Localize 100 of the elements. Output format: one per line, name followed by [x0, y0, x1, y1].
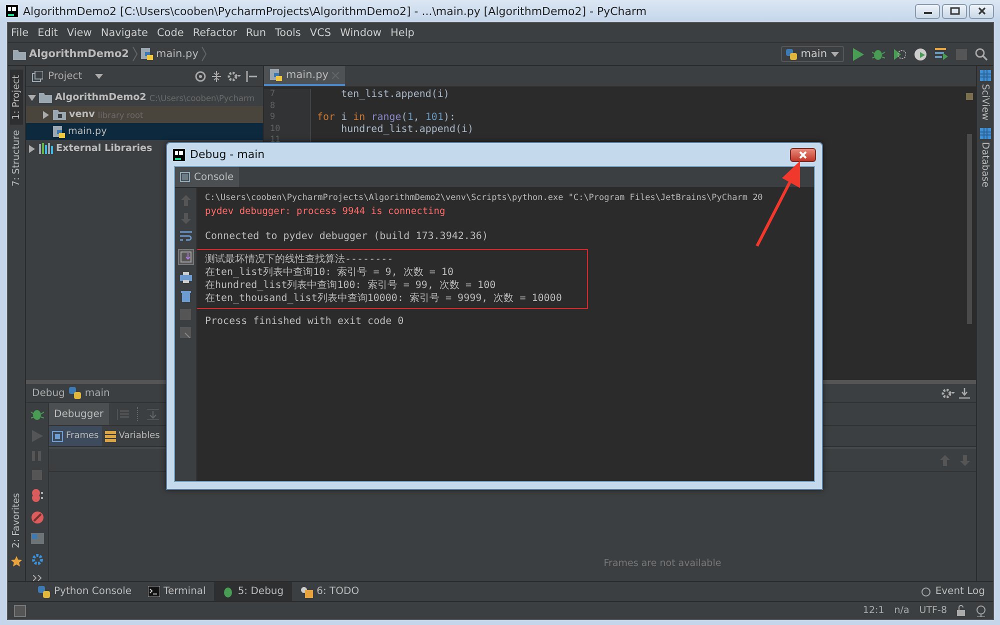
code-line: ten_list.append(i): [340, 89, 450, 100]
console-line: Connected to pydev debugger (build 173.3942.36): [205, 231, 488, 242]
debugger-tab[interactable]: Debugger: [49, 403, 108, 425]
python-file-icon: [140, 48, 153, 60]
menu-item[interactable]: View: [66, 26, 92, 38]
coverage-icon[interactable]: [893, 48, 906, 60]
settings-icon[interactable]: [30, 553, 44, 566]
menu-item[interactable]: Edit: [38, 26, 58, 38]
grid-icon: [980, 128, 990, 140]
panel-title[interactable]: Project: [48, 70, 82, 82]
status-item[interactable]: UTF-8: [919, 605, 947, 616]
run-icon[interactable]: [852, 48, 864, 60]
status-item[interactable]: n/a: [894, 605, 910, 616]
tool-window-tab[interactable]: 1: Project: [10, 70, 23, 125]
expand-arrow-icon[interactable]: [42, 110, 50, 118]
hide-panel-icon[interactable]: [959, 388, 970, 398]
settings-icon[interactable]: [941, 388, 955, 398]
trash-icon[interactable]: [180, 290, 190, 302]
console-line: 在ten_thousand_list列表中查询10000: 索引号 = 9999, 次数 = 10000: [205, 293, 562, 304]
caret-icon: [831, 52, 839, 56]
tool-window-tab[interactable]: Terminal: [140, 582, 214, 601]
event-log-icon: [921, 586, 932, 596]
console-line: Process finished with exit code 0: [205, 316, 404, 327]
status-item[interactable]: 12:1: [862, 605, 884, 616]
tree-item[interactable]: main.py: [26, 123, 263, 140]
console-icon: [180, 172, 190, 182]
frames-tab[interactable]: Variables: [102, 426, 163, 446]
tool-window-tab[interactable]: Python Console: [30, 582, 140, 601]
app-logo-icon: [173, 148, 185, 160]
console-line: 在hundred_list列表中查询100: 索引号 = 99, 次数 = 100: [205, 280, 496, 291]
soft-wrap-icon[interactable]: [180, 231, 192, 242]
folder-icon: [53, 109, 66, 120]
console-line: C:\Users\cooben\PycharmProjects\AlgorithmDemo2\venv\Scripts\python.exe "C:\Program Files\JetBrains\PyCharm 20: [205, 193, 763, 203]
run-config-dropdown[interactable]: main: [780, 46, 844, 62]
settings-icon[interactable]: [227, 70, 241, 82]
menu-item[interactable]: Run: [246, 26, 266, 38]
panel-title: Debug: [32, 388, 65, 398]
maximize-icon: [950, 7, 960, 15]
menu-item[interactable]: Window: [340, 26, 382, 38]
expand-arrow-icon[interactable]: [28, 94, 36, 102]
inspector-icon[interactable]: [975, 604, 987, 616]
menu-item[interactable]: Navigate: [100, 26, 148, 38]
scroll-to-end-icon[interactable]: [178, 249, 194, 265]
breakpoints-icon[interactable]: [30, 489, 44, 502]
app-logo-icon: [6, 5, 18, 17]
scrollbar-thumb[interactable]: [967, 134, 972, 324]
chevron-icon: [132, 46, 138, 62]
dialog-title: Debug - main: [190, 148, 266, 161]
tree-label: External Libraries: [56, 143, 152, 154]
layout-icon[interactable]: [30, 532, 44, 544]
profile-icon[interactable]: [914, 48, 927, 60]
build-icon[interactable]: [935, 48, 948, 60]
tool-window-tab[interactable]: 5: Debug: [214, 582, 292, 601]
menu-item[interactable]: VCS: [310, 26, 332, 38]
menu-item[interactable]: Tools: [275, 26, 301, 38]
tool-window-tab[interactable]: SciView: [980, 70, 990, 120]
folder-icon: [39, 92, 52, 103]
star-icon: [11, 556, 22, 567]
lock-icon[interactable]: [957, 605, 965, 616]
menu-item[interactable]: File: [11, 26, 29, 38]
dropdown-caret-icon[interactable]: [95, 74, 104, 78]
breadcrumb-item[interactable]: main.py: [156, 48, 198, 60]
frames-tab[interactable]: Frames: [49, 426, 102, 446]
mute-breakpoints-icon[interactable]: [30, 510, 44, 524]
print-icon[interactable]: [180, 272, 192, 283]
close-button[interactable]: [969, 4, 994, 18]
folder-icon: [13, 48, 26, 60]
expand-arrow-icon[interactable]: [28, 144, 36, 152]
bug-icon[interactable]: [30, 408, 44, 421]
terminal-icon: [148, 586, 160, 597]
tree-label: main.py: [68, 126, 107, 137]
frames-icon: [52, 430, 63, 442]
console-tab[interactable]: Console: [175, 167, 239, 187]
menu-item[interactable]: Help: [390, 26, 414, 38]
breadcrumb-item[interactable]: AlgorithmDemo2: [29, 48, 129, 60]
run-config-label[interactable]: main: [84, 388, 110, 398]
bug-icon[interactable]: [872, 48, 885, 60]
hide-panel-icon[interactable]: [246, 70, 257, 82]
maximize-button[interactable]: [942, 4, 967, 18]
tool-window-tab[interactable]: 6: TODO: [292, 582, 368, 601]
close-button[interactable]: [790, 148, 816, 162]
menu-item[interactable]: Code: [156, 26, 184, 38]
chevron-icon: [201, 46, 208, 62]
close-icon: [798, 150, 808, 158]
window-title: AlgorithmDemo2 [C:\Users\cooben\PycharmProjects\AlgorithmDemo2] - ...\main.py [AlgorithmDemo2] - PyCharm: [23, 4, 648, 18]
python-icon: [786, 48, 797, 60]
console-line: 测试最坏情况下的线性查找算法--------: [205, 254, 394, 265]
menu-item[interactable]: Refactor: [192, 26, 237, 38]
tool-window-tab[interactable]: 2: Favorites: [10, 488, 23, 553]
search-icon[interactable]: [975, 48, 988, 60]
tool-window-tab[interactable]: Database: [980, 128, 990, 188]
warning-marker: [966, 93, 973, 100]
editor-tab[interactable]: main.py: [264, 66, 346, 86]
minimize-button[interactable]: [915, 4, 940, 18]
event-log-tab[interactable]: Event Log: [913, 582, 993, 601]
target-icon[interactable]: [195, 70, 206, 82]
panel-toggle-icon[interactable]: [14, 604, 26, 616]
more-icon[interactable]: [32, 575, 42, 582]
collapse-icon[interactable]: [211, 70, 222, 82]
tool-window-tab[interactable]: 7: Structure: [10, 124, 23, 192]
